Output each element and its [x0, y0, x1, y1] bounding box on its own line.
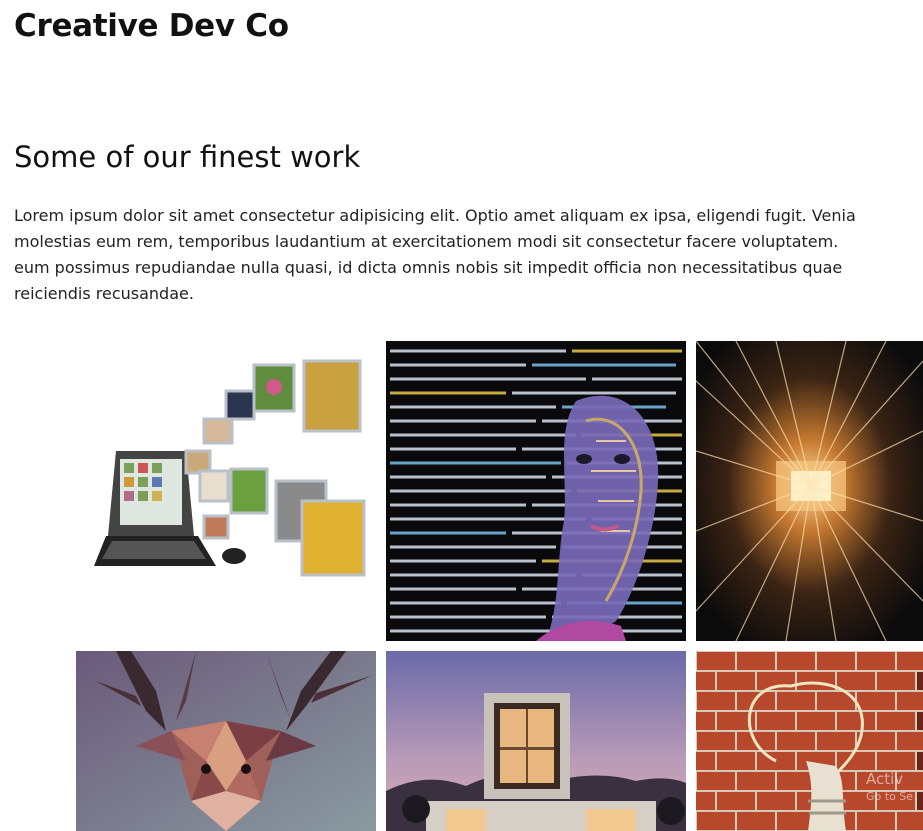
intro-line: eum possimus repudiandae nulla quasi, id… [14, 258, 843, 277]
gallery-image-low-poly-deer[interactable] [76, 651, 376, 831]
gallery-image-light-tunnel[interactable] [696, 341, 923, 641]
intro-line: molestias eum rem, temporibus laudantium… [14, 232, 839, 251]
gallery-image-laptop-photos[interactable] [76, 341, 376, 641]
site-brand[interactable]: Creative Dev Co [14, 8, 289, 44]
gallery-image-modern-house[interactable] [386, 651, 686, 831]
intro-line: reiciendis recusandae. [14, 284, 194, 303]
intro-line: Lorem ipsum dolor sit amet consectetur a… [14, 206, 856, 225]
intro-paragraph: Lorem ipsum dolor sit amet consectetur a… [14, 203, 923, 307]
section-title: Some of our finest work [14, 140, 361, 174]
gallery-image-code-face[interactable] [386, 341, 686, 641]
watermark-line-2: Go to Se [866, 790, 914, 803]
os-activation-watermark: Activ Go to Se [866, 770, 913, 806]
watermark-line-1: Activ [866, 770, 904, 788]
